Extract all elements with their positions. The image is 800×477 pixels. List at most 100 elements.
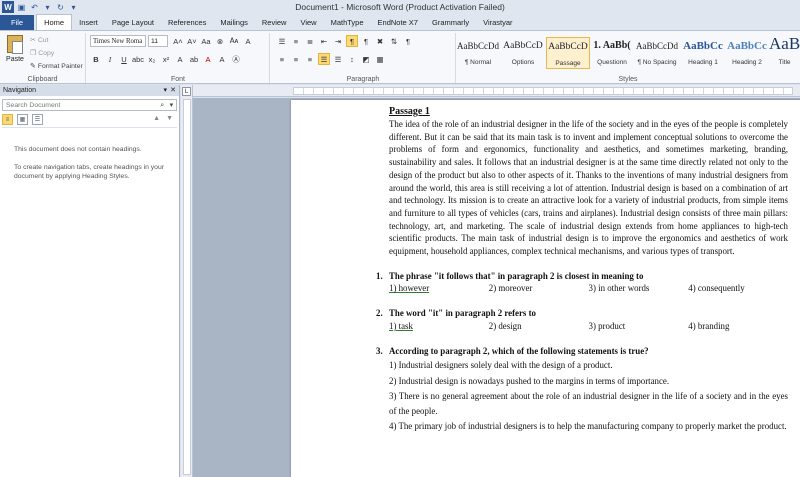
style-passage[interactable]: AaBbCcD Passage xyxy=(546,37,590,69)
italic-icon[interactable]: I xyxy=(104,53,116,65)
previous-icon[interactable]: ▲ xyxy=(153,115,160,122)
redo-icon[interactable]: ↻ xyxy=(55,2,66,13)
document-area[interactable]: Passage 1 The idea of the role of an ind… xyxy=(193,98,800,477)
save-icon[interactable]: ▣ xyxy=(16,2,27,13)
pages-view-icon[interactable]: ▦ xyxy=(17,114,28,125)
vertical-ruler: L xyxy=(181,85,193,477)
tab-insert[interactable]: Insert xyxy=(72,15,105,30)
nav-arrows: ▲ ▼ xyxy=(153,115,173,122)
tab-selector-icon[interactable]: L xyxy=(182,87,191,96)
char-shading-icon[interactable]: A xyxy=(216,53,228,65)
ltr-direction-icon[interactable]: ¶ xyxy=(360,35,372,47)
document-content[interactable]: Passage 1 The idea of the role of an ind… xyxy=(376,106,788,434)
copy-button[interactable]: ❐ Copy xyxy=(30,49,55,58)
style-questionnaire[interactable]: 1. AaBb( Questionn xyxy=(591,37,633,69)
tab-view[interactable]: View xyxy=(293,15,323,30)
grow-font-icon[interactable]: A˄ xyxy=(172,35,184,47)
numbering-icon[interactable]: ≡ xyxy=(290,35,302,47)
style-title[interactable]: AaB Title xyxy=(769,33,800,66)
clipboard-group-label: Clipboard xyxy=(27,76,58,83)
headings-view-icon[interactable]: ≡ xyxy=(2,114,13,125)
char-border-icon[interactable]: A xyxy=(242,35,254,47)
close-icon[interactable]: ✕ xyxy=(170,85,176,96)
pane-options-icon[interactable]: ▾ xyxy=(163,85,167,96)
paste-label: Paste xyxy=(6,56,24,63)
justify-icon[interactable]: ☰ xyxy=(318,53,330,65)
option: 3) in other words xyxy=(588,283,650,294)
tab-virastyar[interactable]: Virastyar xyxy=(476,15,519,30)
option: 4) branding xyxy=(688,320,730,331)
question-2-options: 1) task 2) design 3) product 4) branding xyxy=(389,320,788,333)
borders-icon[interactable]: ▦ xyxy=(374,53,386,65)
style-sample: AaBbCc xyxy=(683,40,723,52)
document-page[interactable]: Passage 1 The idea of the role of an ind… xyxy=(291,100,800,477)
font-color-icon[interactable]: A xyxy=(202,53,214,65)
search-document-input[interactable]: Search Document ⌕ ▾ xyxy=(2,99,177,111)
underline-icon[interactable]: U xyxy=(118,53,130,65)
text-effects-icon[interactable]: A xyxy=(174,53,186,65)
style-heading-2[interactable]: AaBbCc Heading 2 xyxy=(726,37,768,69)
tab-grammarly[interactable]: Grammarly xyxy=(425,15,476,30)
option: 1) however xyxy=(389,283,430,294)
superscript-icon[interactable]: x² xyxy=(160,53,172,65)
search-options-icon[interactable]: ▾ xyxy=(170,100,173,111)
style-no-spacing[interactable]: AaBbCcDd ¶ No Spacing xyxy=(634,37,680,69)
style-options[interactable]: AaBbCcD Options xyxy=(501,37,545,69)
vertical-ruler-track xyxy=(183,99,191,475)
line-spacing-icon[interactable]: ↕ xyxy=(346,53,358,65)
tab-page-layout[interactable]: Page Layout xyxy=(105,15,161,30)
font-name-box[interactable]: Times New Roma xyxy=(90,35,146,47)
tab-file[interactable]: File xyxy=(0,15,35,30)
styles-gallery: AaBbCcDd ¶ Normal AaBbCcD Options AaBbCc… xyxy=(456,33,800,83)
paste-button[interactable]: Paste xyxy=(4,35,26,63)
clear-format-icon[interactable]: ⊗ xyxy=(214,35,226,47)
rtl-direction-icon[interactable]: ¶ xyxy=(346,35,358,47)
cut-button[interactable]: ✂ Cut xyxy=(30,36,48,45)
style-name: ¶ Normal xyxy=(464,59,492,66)
tab-home[interactable]: Home xyxy=(36,14,73,30)
style-normal[interactable]: AaBbCcDd ¶ Normal xyxy=(456,37,500,69)
customize-qat-icon[interactable]: ▾ xyxy=(68,2,79,13)
style-heading-1[interactable]: AaBbCc Heading 1 xyxy=(681,37,725,69)
tab-endnote[interactable]: EndNote X7 xyxy=(371,15,425,30)
shading-icon[interactable]: ◩ xyxy=(360,53,372,65)
tab-mailings[interactable]: Mailings xyxy=(213,15,255,30)
subscript-icon[interactable]: x₂ xyxy=(146,53,158,65)
align-right-icon[interactable]: ≡ xyxy=(304,53,316,65)
asian-layout-icon[interactable]: ✖ xyxy=(374,35,386,47)
paste-icon xyxy=(7,35,23,54)
dropdown-icon[interactable]: ▾ xyxy=(42,2,53,13)
format-painter-button[interactable]: ✎ Format Painter xyxy=(30,62,83,71)
bullets-icon[interactable]: ☰ xyxy=(276,35,288,47)
copy-label: Copy xyxy=(38,49,55,57)
decrease-indent-icon[interactable]: ⇤ xyxy=(318,35,330,47)
shrink-font-icon[interactable]: A˅ xyxy=(186,35,198,47)
phonetic-guide-icon[interactable]: 🗛 xyxy=(228,35,240,47)
question-1-stem: 1. The phrase "it follows that" in parag… xyxy=(376,270,788,283)
undo-icon[interactable]: ↶ xyxy=(29,2,40,13)
multilevel-list-icon[interactable]: ≣ xyxy=(304,35,316,47)
next-icon[interactable]: ▼ xyxy=(166,115,173,122)
strikethrough-icon[interactable]: abc xyxy=(132,53,144,65)
distributed-icon[interactable]: ☰ xyxy=(332,53,344,65)
change-case-icon[interactable]: Aa xyxy=(200,35,212,47)
bold-icon[interactable]: B xyxy=(90,53,102,65)
align-left-icon[interactable]: ≡ xyxy=(276,53,288,65)
horizontal-ruler-track xyxy=(293,87,793,95)
font-group-label: Font xyxy=(170,76,185,83)
search-icon[interactable]: ⌕ xyxy=(160,100,164,111)
style-name: Questionn xyxy=(597,59,627,66)
word-logo-icon[interactable]: W xyxy=(2,1,14,13)
tab-mathtype[interactable]: MathType xyxy=(324,15,371,30)
sort-icon[interactable]: ⇅ xyxy=(388,35,400,47)
show-marks-icon[interactable]: ¶ xyxy=(402,35,414,47)
font-size-box[interactable]: 11 xyxy=(148,35,168,47)
results-view-icon[interactable]: ☰ xyxy=(32,114,43,125)
align-center-icon[interactable]: ≡ xyxy=(290,53,302,65)
increase-indent-icon[interactable]: ⇥ xyxy=(332,35,344,47)
highlight-icon[interactable]: ab xyxy=(188,53,200,65)
tab-references[interactable]: References xyxy=(161,15,213,30)
enclose-char-icon[interactable]: Ⓐ xyxy=(230,53,242,65)
font-row-1: A˄ A˅ Aa ⊗ 🗛 A xyxy=(172,35,254,47)
tab-review[interactable]: Review xyxy=(255,15,294,30)
